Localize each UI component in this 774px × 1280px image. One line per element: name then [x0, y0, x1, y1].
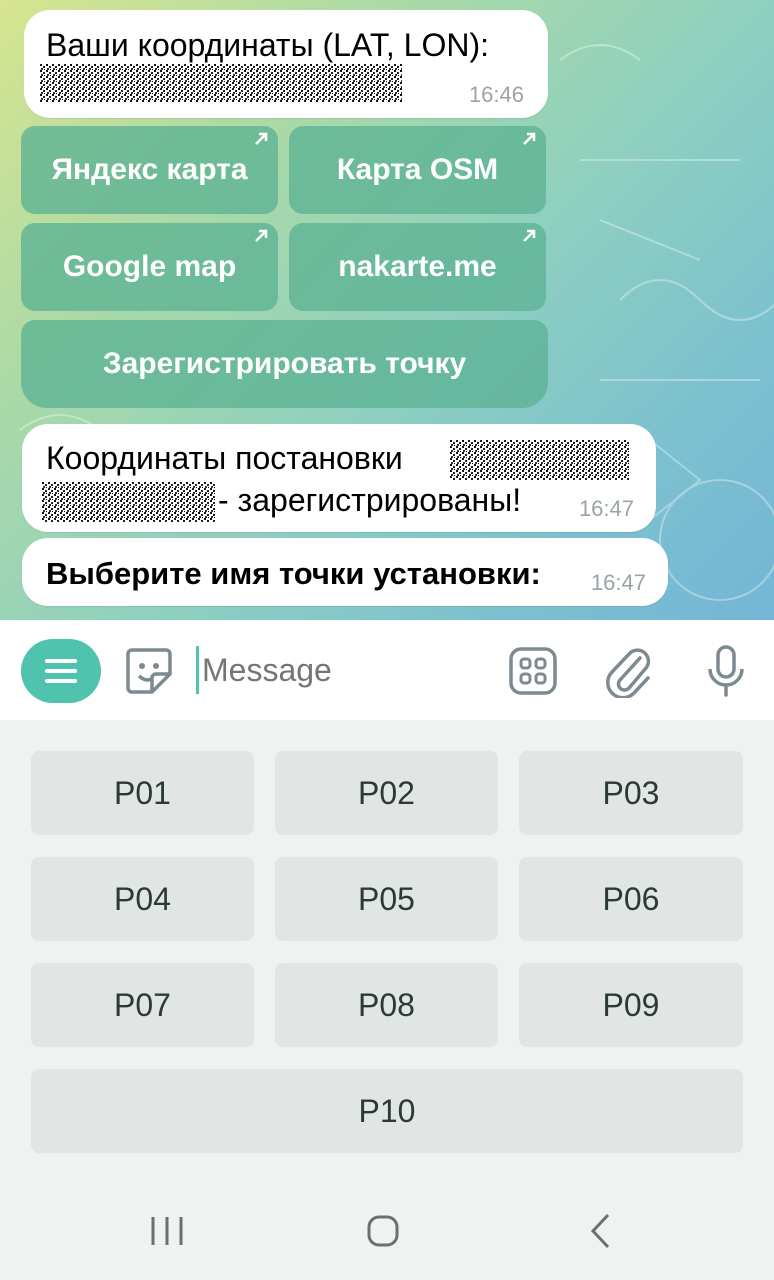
back-icon[interactable] [588, 1212, 614, 1250]
message-time: 16:47 [590, 570, 646, 595]
reply-key-label: P08 [358, 986, 415, 1023]
menu-icon [45, 659, 77, 683]
message-text: - зарегистрированы! [218, 482, 522, 518]
inline-button-osm-map[interactable]: Карта OSM [289, 126, 546, 214]
recent-apps-icon[interactable] [148, 1214, 186, 1248]
message-input[interactable] [202, 646, 482, 694]
inline-button-register-point[interactable]: Зарегистрировать точку [21, 320, 548, 408]
reply-key-p06[interactable]: P06 [519, 857, 743, 941]
reply-key-p01[interactable]: P01 [31, 751, 254, 835]
home-icon[interactable] [366, 1214, 400, 1248]
reply-key-label: P10 [358, 1092, 416, 1129]
reply-key-label: P01 [114, 774, 171, 811]
inline-button-label: Карта OSM [336, 153, 499, 186]
sticker-icon[interactable] [124, 646, 174, 696]
microphone-icon[interactable] [706, 644, 746, 698]
paperclip-icon[interactable] [606, 644, 652, 698]
message-bubble: Координаты постановки - зарегистрированы… [22, 424, 656, 532]
reply-key-label: P06 [602, 880, 660, 917]
external-link-icon [523, 229, 536, 242]
inline-button-label: nakarte.me [338, 250, 497, 283]
reply-key-p09[interactable]: P09 [519, 963, 743, 1047]
redacted-coordinates [42, 482, 216, 522]
chat-area: Ваши координаты (LAT, LON): 16:46 Яндекс… [0, 0, 774, 620]
reply-key-p02[interactable]: P02 [275, 751, 498, 835]
system-navigation-bar [0, 1180, 774, 1280]
message-text: Координаты постановки [46, 440, 403, 476]
message-input-bar [0, 620, 774, 720]
reply-key-p08[interactable]: P08 [275, 963, 498, 1047]
reply-keyboard: P01 P02 P03 P04 P05 P06 P07 P08 P09 P10 [0, 720, 774, 1180]
reply-key-label: P09 [602, 986, 660, 1023]
reply-key-label: P04 [114, 880, 171, 917]
reply-key-label: P07 [114, 986, 171, 1023]
inline-button-label: Google map [62, 250, 237, 283]
text-caret [196, 646, 199, 694]
reply-key-label: P05 [358, 880, 415, 917]
inline-button-yandex-map[interactable]: Яндекс карта [21, 126, 278, 214]
message-time: 16:47 [578, 496, 634, 521]
bot-menu-button[interactable] [21, 639, 101, 703]
inline-button-google-map[interactable]: Google map [21, 223, 278, 311]
grid-icon[interactable] [508, 646, 558, 696]
reply-key-p05[interactable]: P05 [275, 857, 498, 941]
redacted-coordinates [40, 64, 402, 102]
message-bubble: Ваши координаты (LAT, LON): 16:46 [24, 10, 548, 118]
inline-button-label: Яндекс карта [51, 153, 248, 186]
redacted-coordinates [450, 440, 630, 480]
reply-key-p10[interactable]: P10 [31, 1069, 743, 1153]
reply-key-p03[interactable]: P03 [519, 751, 743, 835]
reply-key-label: P02 [358, 774, 415, 811]
inline-button-nakarte[interactable]: nakarte.me [289, 223, 546, 311]
message-text: Ваши координаты (LAT, LON): [46, 27, 489, 63]
external-link-icon [255, 132, 268, 145]
external-link-icon [523, 132, 536, 145]
reply-key-p07[interactable]: P07 [31, 963, 254, 1047]
message-bubble: Выберите имя точки установки: 16:47 [22, 538, 668, 606]
message-text: Выберите имя точки установки: [46, 556, 541, 591]
external-link-icon [255, 229, 268, 242]
message-time: 16:46 [468, 82, 524, 107]
reply-key-p04[interactable]: P04 [31, 857, 254, 941]
reply-key-label: P03 [602, 774, 660, 811]
inline-button-label: Зарегистрировать точку [102, 347, 467, 380]
